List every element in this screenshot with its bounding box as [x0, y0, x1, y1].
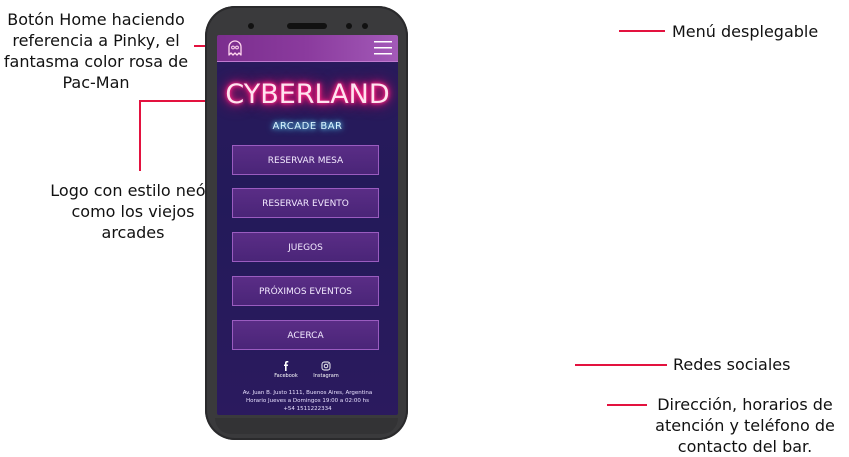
front-camera — [248, 23, 254, 29]
proximos-eventos-button[interactable]: PRÓXIMOS EVENTOS — [232, 276, 379, 306]
ghost-home-icon[interactable] — [226, 39, 244, 57]
annotation-menu: Menú desplegable — [672, 22, 819, 41]
instagram-icon — [321, 361, 331, 371]
annotation-line-2: referencia a Pinky, el — [12, 31, 180, 50]
annotation-line-2: atención y teléfono de — [655, 416, 835, 435]
annotation-home-button: Botón Home haciendo referencia a Pinky, … — [0, 9, 192, 93]
instagram-label: Instagram — [313, 373, 339, 379]
annotation-line-3: contacto del bar. — [677, 437, 813, 456]
sensor-dot — [346, 23, 352, 29]
instagram-link[interactable]: Instagram — [309, 361, 343, 379]
annotation-contact: Dirección, horarios de atención y teléfo… — [650, 394, 840, 457]
reservar-mesa-button[interactable]: RESERVAR MESA — [232, 145, 379, 175]
phone-text: +54 1511222334 — [283, 406, 332, 412]
sensor-dot-2 — [362, 23, 368, 29]
reservar-evento-button[interactable]: RESERVAR EVENTO — [232, 188, 379, 218]
connector-logo-vertical — [139, 100, 141, 171]
facebook-icon — [284, 361, 289, 371]
facebook-label: Facebook — [274, 373, 298, 379]
neon-logo: CYBERLAND — [225, 79, 390, 110]
annotation-line-3: fantasma color rosa de — [3, 52, 189, 71]
annotation-line-4: Pac-Man — [62, 73, 130, 92]
speaker-grille — [287, 23, 327, 29]
connector-contact — [607, 404, 647, 406]
connector-social — [575, 364, 667, 366]
address-text: Av. Juan B. Justo 1111, Buenos Aires, Ar… — [242, 390, 373, 396]
hours-text: Horario Jueves a Domingos 19:00 a 02:00 … — [245, 398, 369, 404]
annotation-line-1: Dirección, horarios de — [657, 395, 833, 414]
connector-menu — [619, 30, 665, 32]
phone-chin — [215, 418, 398, 434]
annotation-social: Redes sociales — [673, 355, 791, 374]
app-topbar — [217, 35, 398, 62]
app-screen: CYBERLAND ARCADE BAR RESERVAR MESA RESER… — [217, 35, 398, 415]
acerca-button[interactable]: ACERCA — [232, 320, 379, 350]
juegos-button[interactable]: JUEGOS — [232, 232, 379, 262]
logo-subtitle: ARCADE BAR — [272, 121, 343, 132]
facebook-link[interactable]: Facebook — [271, 361, 301, 379]
contact-footer: Av. Juan B. Justo 1111, Buenos Aires, Ar… — [217, 389, 398, 413]
annotation-line-1: Botón Home haciendo — [7, 10, 185, 29]
hamburger-menu-icon[interactable] — [374, 40, 392, 56]
